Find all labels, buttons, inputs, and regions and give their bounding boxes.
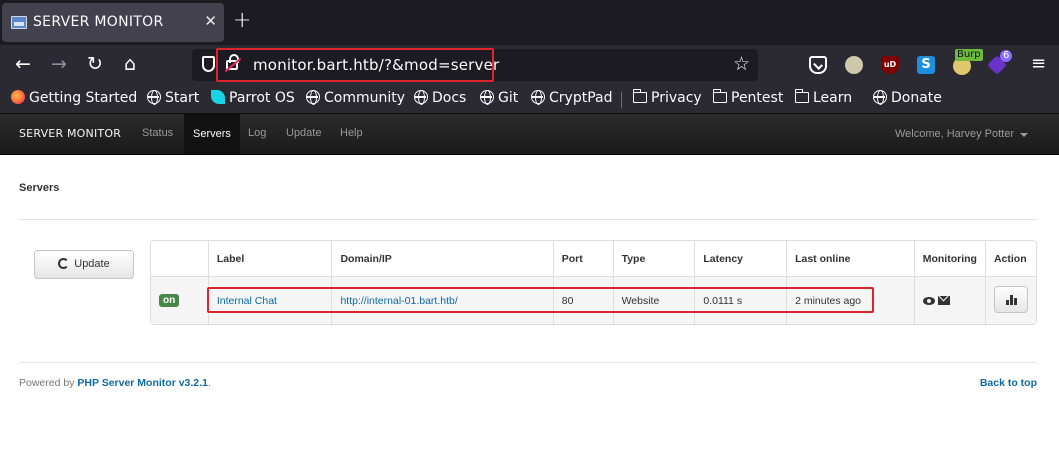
- nav-update[interactable]: Update: [286, 127, 321, 139]
- nav-servers[interactable]: Servers: [184, 114, 240, 154]
- reload-icon[interactable]: ↻: [83, 53, 107, 75]
- column-header-last-online: Last online: [786, 241, 914, 276]
- bookmark-docs[interactable]: Docs: [414, 90, 466, 106]
- burp-badge: Burp: [955, 49, 983, 61]
- footer-credit: Powered by PHP Server Monitor v3.2.1.: [19, 377, 211, 389]
- tracking-shield-icon[interactable]: [202, 56, 215, 72]
- bookmark-learn[interactable]: Learn: [794, 89, 852, 106]
- firefox-icon: [11, 90, 25, 104]
- divider: [19, 219, 1037, 220]
- bookmark-getting-started[interactable]: Getting Started: [11, 90, 137, 106]
- bookmark-pentest[interactable]: Pentest: [712, 89, 783, 106]
- bookmark-separator: [621, 92, 622, 108]
- chevron-down-icon[interactable]: [1020, 133, 1028, 137]
- bookmark-cryptpad[interactable]: CryptPad: [531, 90, 612, 106]
- pocket-icon[interactable]: [809, 56, 827, 74]
- monitoring-cell: [913, 276, 985, 324]
- globe-icon: [147, 90, 161, 105]
- update-button[interactable]: Update: [34, 250, 134, 279]
- folder-icon: [794, 89, 809, 103]
- favicon-icon: [11, 16, 27, 29]
- column-header-latency: Latency: [694, 241, 786, 276]
- column-header-label: Label: [207, 241, 332, 276]
- bookmark-start[interactable]: Start: [147, 90, 199, 106]
- new-tab-button[interactable]: +: [233, 8, 251, 33]
- menu-icon[interactable]: ≡: [1031, 54, 1046, 74]
- bookmark-privacy[interactable]: Privacy: [632, 89, 702, 106]
- app-navbar: SERVER MONITOR Status Servers Log Update…: [0, 114, 1059, 155]
- folder-icon: [712, 89, 727, 103]
- tab-title: SERVER MONITOR: [33, 14, 164, 30]
- globe-icon: [873, 90, 887, 105]
- footer-divider: [19, 362, 1037, 363]
- column-header-type: Type: [612, 241, 695, 276]
- nav-help[interactable]: Help: [340, 127, 363, 139]
- globe-icon: [306, 90, 320, 105]
- foxyproxy-icon[interactable]: [845, 56, 863, 74]
- browser-tab[interactable]: SERVER MONITOR ✕: [2, 3, 224, 42]
- url-highlight-box: [216, 48, 494, 82]
- column-header-status: [151, 241, 208, 276]
- view-chart-button[interactable]: [993, 285, 1028, 313]
- parrot-icon: [211, 90, 225, 104]
- globe-icon: [480, 90, 494, 105]
- forward-icon[interactable]: →: [47, 53, 71, 75]
- bookmark-community[interactable]: Community: [306, 90, 405, 106]
- bar-chart-icon: [1005, 294, 1017, 305]
- status-badge: on: [159, 294, 180, 307]
- back-to-top-link[interactable]: Back to top: [980, 377, 1037, 389]
- browser-toolbar: ← → ↻ ⌂ monitor.bart.htb/?&mod=server ☆ …: [0, 45, 1059, 85]
- globe-icon: [531, 90, 545, 105]
- extension-s-icon[interactable]: S: [917, 56, 935, 74]
- column-header-monitoring: Monitoring: [913, 241, 985, 276]
- mail-icon[interactable]: [937, 295, 950, 305]
- powered-by-link[interactable]: PHP Server Monitor v3.2.1: [77, 377, 208, 389]
- bookmarks-toolbar: Getting Started Start Parrot OS Communit…: [0, 85, 1059, 114]
- column-header-port: Port: [552, 241, 613, 276]
- bookmark-parrot-os[interactable]: Parrot OS: [211, 90, 295, 106]
- ublock-icon[interactable]: uD: [881, 56, 899, 74]
- row-highlight-box: [207, 287, 874, 313]
- column-header-domain: Domain/IP: [331, 241, 552, 276]
- tab-bar: SERVER MONITOR ✕ +: [0, 0, 1059, 45]
- app-brand[interactable]: SERVER MONITOR: [19, 127, 121, 140]
- folder-icon: [632, 89, 647, 103]
- action-cell: [984, 276, 1036, 324]
- back-icon[interactable]: ←: [11, 53, 35, 75]
- globe-icon: [414, 90, 428, 105]
- close-tab-icon[interactable]: ✕: [204, 12, 217, 30]
- column-header-action: Action: [984, 241, 1036, 276]
- nav-status[interactable]: Status: [142, 127, 173, 139]
- home-icon[interactable]: ⌂: [118, 53, 142, 75]
- status-cell: on: [151, 276, 208, 324]
- nav-log[interactable]: Log: [248, 127, 266, 139]
- user-menu[interactable]: Welcome, Harvey Potter: [895, 128, 1014, 140]
- bookmark-git[interactable]: Git: [480, 90, 518, 106]
- page-title: Servers: [19, 182, 60, 194]
- bookmark-star-icon[interactable]: ☆: [733, 53, 750, 75]
- refresh-icon: [58, 258, 70, 269]
- bookmark-donate[interactable]: Donate: [873, 90, 942, 106]
- table-header-row: Label Domain/IP Port Type Latency Last o…: [151, 241, 1036, 276]
- eye-icon[interactable]: [922, 296, 935, 305]
